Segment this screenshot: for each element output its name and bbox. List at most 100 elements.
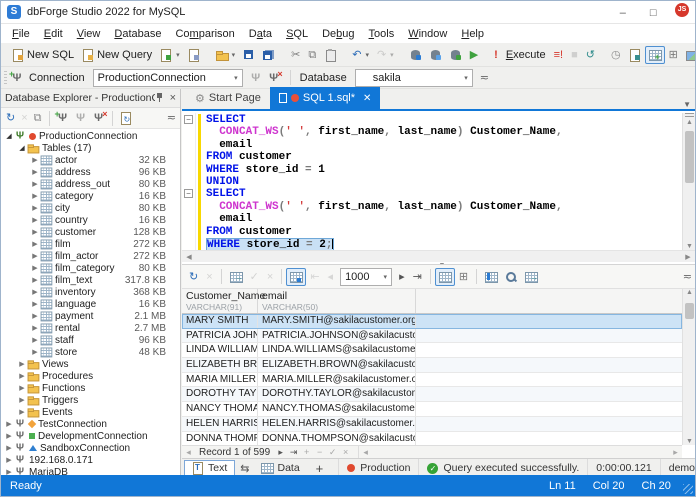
menu-view[interactable]: View	[70, 26, 108, 42]
tree-item-address[interactable]: ▶ address 96 KB	[1, 166, 180, 178]
expand-arrow-icon[interactable]: ▶	[30, 300, 40, 308]
expand-arrow-icon[interactable]: ▶	[17, 360, 27, 368]
menu-help[interactable]: Help	[454, 26, 491, 42]
close-icon[interactable]: ×	[170, 92, 176, 104]
tab-close-icon[interactable]: ✕	[363, 93, 371, 104]
connection-combobox[interactable]: ProductionConnection ▾	[92, 68, 243, 87]
execute-button[interactable]: Execute	[502, 46, 550, 64]
table-row[interactable]: MARIA MILLER MARIA.MILLER@sakilacustomer.…	[182, 372, 682, 388]
refresh-database-button[interactable]	[426, 46, 446, 64]
expand-arrow-icon[interactable]: ▶	[30, 252, 40, 260]
menu-comparison[interactable]: Comparison	[168, 26, 241, 42]
pin-icon[interactable]	[155, 93, 164, 103]
new-connection-icon[interactable]: Ψ	[9, 68, 23, 84]
scroll-left-icon[interactable]: ◀	[182, 253, 196, 261]
disconnect-icon[interactable]: Ψ	[268, 68, 282, 84]
expand-arrow-icon[interactable]: ▶	[30, 180, 40, 188]
tree-item-category[interactable]: ▶ category 16 KB	[1, 190, 180, 202]
expand-arrow-icon[interactable]: ▶	[30, 156, 40, 164]
table-row[interactable]: PATRICIA JOHNSONPATRICIA.JOHNSON@sakilac…	[182, 328, 682, 344]
generate-script-button[interactable]	[406, 46, 426, 64]
expand-arrow-icon[interactable]: ▶	[17, 408, 27, 416]
tab-start-page[interactable]: ⚙ Start Page	[186, 87, 270, 109]
history-button[interactable]: ↺	[582, 46, 599, 64]
expand-arrow-icon[interactable]: ▶	[30, 276, 40, 284]
editor-horizontal-scrollbar[interactable]: ◀ ▶	[182, 250, 695, 262]
menu-edit[interactable]: Edit	[37, 26, 70, 42]
table-cell[interactable]: ELIZABETH BROWN	[182, 358, 258, 372]
save-button[interactable]	[239, 46, 259, 64]
tree-item-rental[interactable]: ▶ rental 2.7 MB	[1, 322, 180, 334]
scroll-up-icon[interactable]: ▲	[683, 289, 695, 296]
explorer-overflow-button[interactable]: ≂	[167, 112, 176, 124]
expand-arrow-icon[interactable]: ▶	[17, 396, 27, 404]
resize-grip[interactable]	[683, 484, 693, 494]
export-data-button[interactable]	[226, 268, 246, 286]
expand-arrow-icon[interactable]: ▶	[4, 444, 14, 452]
grid-view-button[interactable]	[434, 267, 455, 286]
execute-script-button[interactable]: ≡!	[550, 46, 567, 64]
cancel-edit-button[interactable]: ×	[339, 447, 352, 457]
editor-vertical-scrollbar[interactable]: ▲ ▼	[682, 113, 695, 250]
export-grid-button[interactable]	[521, 268, 541, 286]
expand-arrow-icon[interactable]: ▶	[30, 216, 40, 224]
table-cell[interactable]: MARIA MILLER	[182, 372, 258, 387]
expand-arrow-icon[interactable]: ▶	[17, 384, 27, 392]
new-document-button[interactable]: ▾	[156, 46, 184, 64]
delete-record-button[interactable]: −	[313, 447, 326, 457]
run-button[interactable]: ▶	[466, 46, 482, 64]
scrollbar-thumb[interactable]	[685, 131, 694, 183]
notification-badge[interactable]: JS	[675, 3, 689, 17]
expand-arrow-icon[interactable]: ▶	[4, 456, 14, 464]
scroll-down-icon[interactable]: ▼	[683, 438, 695, 445]
expand-arrow-icon[interactable]: ▶	[30, 264, 40, 272]
tree-item-functions[interactable]: ▶ Functions	[1, 382, 180, 394]
tree-item-events[interactable]: ▶ Events	[1, 406, 180, 418]
expand-arrow-icon[interactable]: ▶	[30, 336, 40, 344]
grid-vertical-scrollbar[interactable]: ▲ ▼	[682, 289, 695, 445]
results-pane-toggle[interactable]	[644, 45, 665, 64]
tab-sql1[interactable]: SQL 1.sql* ✕	[269, 87, 381, 109]
table-cell[interactable]: PATRICIA JOHNSON	[182, 328, 258, 343]
append-record-button[interactable]: +	[300, 447, 313, 457]
results-overflow-button[interactable]: ≂	[683, 271, 692, 283]
tree-item-customer[interactable]: ▶ customer 128 KB	[1, 226, 180, 238]
collapse-arrow-icon[interactable]: ◢	[4, 132, 14, 140]
tree-item-film-actor[interactable]: ▶ film_actor 272 KB	[1, 250, 180, 262]
maximize-button[interactable]: □	[650, 7, 657, 19]
table-cell[interactable]: PATRICIA.JOHNSON@sakilacustomer.org	[258, 328, 416, 343]
table-row[interactable]: HELEN HARRIS HELEN.HARRIS@sakilacustomer.…	[182, 416, 682, 432]
table-cell[interactable]: MARIA.MILLER@sakilacustomer.org	[258, 372, 416, 387]
tree-item-film-text[interactable]: ▶ film_text 317.8 KB	[1, 274, 180, 286]
table-row[interactable]: LINDA WILLIAMS LINDA.WILLIAMS@sakilacusto…	[182, 343, 682, 359]
connect-button[interactable]: Ψ	[72, 110, 90, 126]
expand-arrow-icon[interactable]: ▶	[30, 324, 40, 332]
tree-item-country[interactable]: ▶ country 16 KB	[1, 214, 180, 226]
menu-window[interactable]: Window	[401, 26, 454, 42]
tab-data[interactable]: Data	[254, 460, 306, 477]
tree-item-film-category[interactable]: ▶ film_category 80 KB	[1, 262, 180, 274]
tree-item-tables-17[interactable]: ◢ Tables (17)	[1, 142, 180, 154]
tab-text[interactable]: Text	[184, 459, 236, 477]
new-connection-button[interactable]: Ψ	[54, 108, 72, 126]
menu-debug[interactable]: Debug	[315, 26, 361, 42]
delete-button[interactable]: ×	[18, 110, 30, 126]
next-page-button[interactable]: ▸	[395, 268, 409, 286]
database-combobox[interactable]: sakila ▾	[354, 68, 473, 87]
paging-mode-button[interactable]	[286, 267, 307, 286]
undo-button[interactable]: ↶ ▾	[348, 46, 373, 64]
expand-arrow-icon[interactable]: ▶	[30, 168, 40, 176]
tree-item-store[interactable]: ▶ store 48 KB	[1, 346, 180, 358]
table-row[interactable]: DOROTHY TAYLORDOROTHY.TAYLOR@sakilacusto…	[182, 387, 682, 403]
table-cell[interactable]: DONNA.THOMPSON@sakilacustomer.org	[258, 431, 416, 445]
column-header-customer-name[interactable]: Customer_Name VARCHAR(91)	[182, 289, 265, 313]
paste-button[interactable]	[320, 46, 340, 64]
sql-editor[interactable]: − − SELECT CONCAT_WS(' ', first_name, las…	[182, 113, 695, 252]
swap-panes-button[interactable]: ⇆	[235, 462, 254, 475]
table-cell[interactable]: DOROTHY TAYLOR	[182, 387, 258, 402]
scroll-down-icon[interactable]: ▼	[683, 243, 695, 250]
disconnect-button[interactable]: Ψ	[90, 108, 107, 126]
redo-button[interactable]: ↷ ▾	[373, 46, 398, 64]
connect-icon[interactable]: Ψ	[250, 72, 262, 84]
collapse-arrow-icon[interactable]: ◢	[17, 144, 27, 152]
